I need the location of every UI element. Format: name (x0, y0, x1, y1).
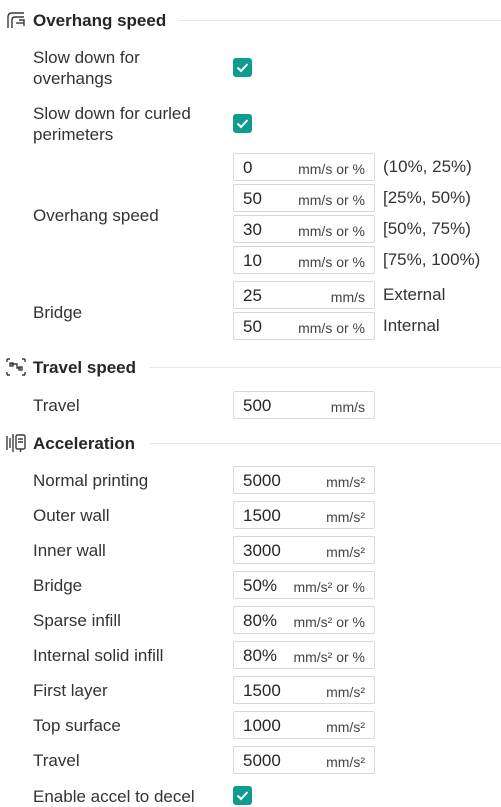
section-title-overhang-speed: Overhang speed (33, 11, 167, 30)
travel-speed-icon (5, 356, 27, 378)
field-value: 1500 (243, 681, 281, 700)
field-value: 3000 (243, 541, 281, 560)
overhang-range-label: (10%, 25%) (383, 157, 472, 176)
field-unit: mm/s² (326, 754, 365, 770)
enable-accel-to-decel-label: Enable accel to decel (33, 787, 195, 806)
accel-travel-field[interactable]: 5000 mm/s² (233, 746, 375, 774)
overhang-range-label: [25%, 50%) (383, 188, 471, 207)
accel-normal-printing-field[interactable]: 5000 mm/s² (233, 466, 375, 494)
acceleration-icon (5, 432, 27, 454)
field-unit: mm/s or % (298, 223, 365, 239)
accel-top-surface-label: Top surface (33, 716, 121, 735)
accel-travel-label: Travel (33, 751, 80, 770)
field-unit: mm/s² (326, 684, 365, 700)
field-value: 25 (243, 286, 262, 305)
section-divider (150, 367, 501, 368)
field-value: 5000 (243, 751, 281, 770)
accel-bridge-field[interactable]: 50% mm/s² or % (233, 571, 375, 599)
slow-down-overhangs-checkbox[interactable] (233, 58, 252, 77)
accel-outer-wall-label: Outer wall (33, 506, 110, 525)
field-value: 80% (243, 611, 278, 630)
overhang-speed-field-3[interactable]: 30 mm/s or % (233, 215, 375, 243)
field-value: 1500 (243, 506, 281, 525)
field-value: 5000 (243, 471, 281, 490)
accel-sparse-infill-field[interactable]: 80% mm/s² or % (233, 606, 375, 634)
travel-speed-label: Travel (33, 396, 80, 415)
overhang-speed-field-4[interactable]: 10 mm/s or % (233, 246, 375, 274)
bridge-internal-label: Internal (383, 316, 440, 335)
bridge-external-label: External (383, 285, 446, 304)
field-unit: mm/s² or % (293, 649, 365, 665)
field-value: 500 (243, 396, 272, 415)
accel-inner-wall-field[interactable]: 3000 mm/s² (233, 536, 375, 564)
travel-speed-field[interactable]: 500 mm/s (233, 391, 375, 419)
check-icon (236, 63, 249, 73)
section-title-acceleration: Acceleration (33, 434, 136, 453)
bridge-internal-field[interactable]: 50 mm/s or % (233, 312, 375, 340)
field-value: 1000 (243, 716, 281, 735)
field-value: 50% (243, 576, 278, 595)
field-unit: mm/s (330, 399, 365, 415)
slow-down-overhangs-label: Slow down for overhangs (33, 48, 140, 88)
accel-normal-printing-label: Normal printing (33, 471, 149, 490)
field-value: 80% (243, 646, 278, 665)
field-value: 50 (243, 189, 262, 208)
accel-sparse-infill-label: Sparse infill (33, 611, 121, 630)
bridge-speed-label: Bridge (33, 303, 83, 322)
overhang-range-label: [75%, 100%) (383, 250, 481, 269)
section-divider (150, 443, 501, 444)
overhang-speed-field-1[interactable]: 0 mm/s or % (233, 153, 375, 181)
bridge-external-field[interactable]: 25 mm/s (233, 281, 375, 309)
field-unit: mm/s or % (298, 192, 365, 208)
accel-first-layer-field[interactable]: 1500 mm/s² (233, 676, 375, 704)
field-unit: mm/s² or % (293, 579, 365, 595)
section-divider (178, 20, 501, 21)
field-unit: mm/s² (326, 509, 365, 525)
field-unit: mm/s or % (298, 161, 365, 177)
accel-outer-wall-field[interactable]: 1500 mm/s² (233, 501, 375, 529)
field-unit: mm/s² (326, 719, 365, 735)
accel-bridge-label: Bridge (33, 576, 83, 595)
field-unit: mm/s or % (298, 254, 365, 270)
accel-internal-solid-infill-field[interactable]: 80% mm/s² or % (233, 641, 375, 669)
accel-inner-wall-label: Inner wall (33, 541, 106, 560)
check-icon (236, 119, 249, 129)
field-unit: mm/s² or % (293, 614, 365, 630)
slow-down-curled-label: Slow down for curled perimeters (33, 104, 191, 144)
accel-top-surface-field[interactable]: 1000 mm/s² (233, 711, 375, 739)
field-unit: mm/s or % (298, 320, 365, 336)
slow-down-curled-checkbox[interactable] (233, 114, 252, 133)
field-value: 30 (243, 220, 262, 239)
field-value: 0 (243, 158, 253, 177)
overhang-speed-icon (5, 9, 27, 31)
field-value: 10 (243, 251, 262, 270)
field-unit: mm/s² (326, 474, 365, 490)
overhang-speed-label: Overhang speed (33, 206, 159, 225)
accel-first-layer-label: First layer (33, 681, 108, 700)
enable-accel-to-decel-checkbox[interactable] (233, 786, 252, 805)
section-title-travel-speed: Travel speed (33, 358, 137, 377)
field-unit: mm/s (330, 289, 365, 305)
check-icon (236, 791, 249, 801)
accel-internal-solid-infill-label: Internal solid infill (33, 646, 164, 665)
overhang-speed-field-2[interactable]: 50 mm/s or % (233, 184, 375, 212)
field-value: 50 (243, 317, 262, 336)
overhang-range-label: [50%, 75%) (383, 219, 471, 238)
field-unit: mm/s² (326, 544, 365, 560)
